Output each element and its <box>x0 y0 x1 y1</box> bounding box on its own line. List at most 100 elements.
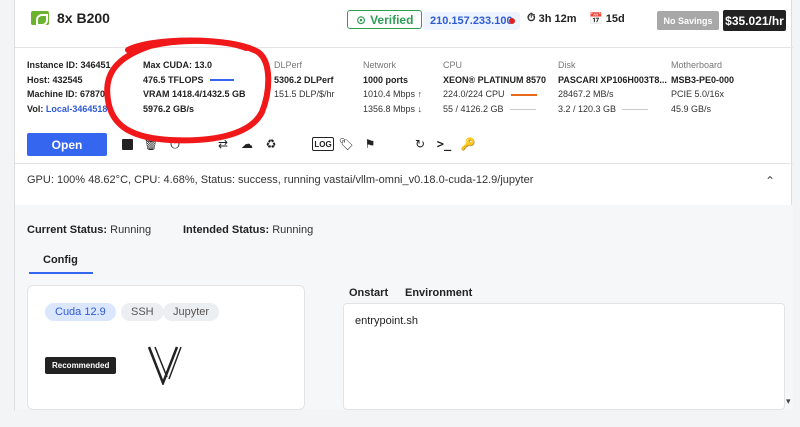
tab-onstart[interactable]: Onstart <box>349 287 388 299</box>
duration: ⏱ 3h 12m <box>527 12 577 25</box>
verified-badge: ⊙ Verified <box>347 10 423 29</box>
remaining-days: 📅 15d <box>589 12 625 26</box>
scroll-down-icon[interactable]: ▾ <box>786 396 791 407</box>
recycle-icon: ♻ <box>265 137 277 151</box>
motherboard-column: Motherboard MSB3-PE0-000 PCIE 5.0/16x 45… <box>671 58 734 116</box>
upload-speed: 1010.4 Mbps ↑ <box>363 89 423 99</box>
network-ports: 1000 ports <box>363 74 409 85</box>
current-status-label: Current Status: <box>27 224 108 236</box>
gpu-name-text: 8x B200 <box>57 10 110 26</box>
vram: VRAM 1418.4/1432.5 GB <box>143 89 246 99</box>
transfer-button[interactable]: ⇄ <box>214 134 232 154</box>
intended-status: Intended Status: Running <box>183 224 313 236</box>
cpu-count: 224.0/224 CPU <box>443 89 505 99</box>
trash-icon: 🗑 <box>143 137 159 151</box>
log-button[interactable]: LOG <box>312 137 334 151</box>
key-icon: 🔑 <box>460 137 476 151</box>
stopwatch-icon: ⏱ <box>527 12 536 24</box>
calendar-icon: 📅 <box>589 13 603 25</box>
dlperf-title: DLPerf <box>274 60 303 70</box>
recycle-button[interactable]: ♻ <box>262 134 280 154</box>
stop-button[interactable] <box>118 134 136 154</box>
status-dot-icon <box>509 18 515 24</box>
recommended-badge: Recommended <box>45 357 117 374</box>
network-column: Network 1000 ports 1010.4 Mbps ↑ 1356.8 … <box>363 58 422 116</box>
mem-bandwidth: 5976.2 GB/s <box>143 103 195 114</box>
cloud-icon: ☁ <box>241 137 253 151</box>
disk-title: Disk <box>558 60 576 70</box>
current-status-value: Running <box>110 224 152 236</box>
pcie-info: PCIE 5.0/16x <box>671 89 725 99</box>
intended-status-value: Running <box>272 224 314 236</box>
onstart-script: entrypoint.sh <box>355 315 418 327</box>
savings-badge[interactable]: No Savings <box>657 11 719 30</box>
tflops-bar <box>209 79 234 82</box>
vllm-logo-icon <box>147 346 182 385</box>
cpu-model: XEON® PLATINUM 8570 <box>443 74 546 85</box>
instance-info-column: Instance ID: 346451 Host: 432545 Machine… <box>27 58 112 116</box>
dlperf-column: DLPerf 5306.2 DLPerf 151.5 DLP/$/hr <box>274 58 335 102</box>
duration-text: 3h 12m <box>538 12 577 25</box>
disk-column: Disk PASCARI XP106H003T8... 28467.2 MB/s… <box>558 58 667 116</box>
chip-ssh: SSH <box>121 303 164 321</box>
chip-jupyter: Jupyter <box>163 303 220 321</box>
label-button[interactable]: 🏷 <box>337 134 355 154</box>
check-circle-icon: ⊙ <box>356 12 367 27</box>
flag-icon: ⚑ <box>364 137 376 151</box>
ram: 55 / 4126.2 GB <box>443 103 504 114</box>
actions-divider <box>15 163 793 164</box>
cuda-column: Max CUDA: 13.0 476.5 TFLOPS VRAM 1418.4/… <box>143 58 246 116</box>
delete-button[interactable]: 🗑 <box>142 134 160 154</box>
disk-model: PASCARI XP106H003T8... <box>558 74 667 85</box>
ssh-key-button[interactable]: ↻ <box>411 134 429 154</box>
stop-icon <box>121 138 133 150</box>
vol-label: Vol: <box>27 103 46 114</box>
days-text: 15d <box>605 12 625 25</box>
network-title: Network <box>363 60 397 70</box>
ip-address[interactable]: 210.157.233.100 <box>423 12 520 30</box>
intended-status-label: Intended Status: <box>183 224 270 236</box>
cpu-column: CPU XEON® PLATINUM 8570 224.0/224 CPU 55… <box>443 58 546 116</box>
gpu-status-line: GPU: 100% 48.62°C, CPU: 4.68%, Status: s… <box>27 174 534 186</box>
disk-speed: 28467.2 MB/s <box>558 89 614 99</box>
vol-link[interactable]: Local-34645184 <box>46 104 113 114</box>
tab-config[interactable]: Config <box>43 254 78 266</box>
download-speed: 1356.8 Mbps ↓ <box>363 103 423 114</box>
max-cuda: Max CUDA: 13.0 <box>143 60 213 70</box>
pcie-bandwidth: 45.9 GB/s <box>671 103 712 114</box>
chip-cuda: Cuda 12.9 <box>45 303 116 321</box>
report-button[interactable]: ⚑ <box>361 134 379 154</box>
tab-config-underline <box>29 272 93 274</box>
machine-id: Machine ID: 67870 <box>27 89 106 99</box>
key-refresh-icon: ↻ <box>414 137 426 151</box>
current-status: Current Status: Running <box>27 224 151 236</box>
cpu-title: CPU <box>443 60 463 70</box>
open-button[interactable]: Open <box>27 133 107 156</box>
key-button[interactable]: 🔑 <box>459 134 477 154</box>
header-divider <box>15 47 793 48</box>
tflops: 476.5 TFLOPS <box>143 74 204 85</box>
cpu-bar <box>510 93 537 96</box>
tab-environment[interactable]: Environment <box>405 287 472 299</box>
cloud-sync-button[interactable]: ☁ <box>238 134 256 154</box>
transfer-icon: ⇄ <box>217 137 229 151</box>
motherboard-model: MSB3-PE0-000 <box>671 74 735 85</box>
price-badge: $35.021/hr <box>723 10 786 31</box>
terminal-icon: >_ <box>436 137 452 151</box>
verified-label: Verified <box>370 12 414 27</box>
dlperf-per-dollar: 151.5 DLP/$/hr <box>274 89 335 99</box>
host-id: Host: 432545 <box>27 74 83 85</box>
collapse-chevron-icon[interactable]: ⌃ <box>765 174 775 188</box>
nvidia-logo-icon <box>31 11 49 26</box>
disk-bar <box>622 108 649 110</box>
terminal-button[interactable]: >_ <box>435 134 453 154</box>
instance-id: Instance ID: 346451 <box>27 60 111 70</box>
instance-card: 8x B200 ⊙ Verified 210.157.233.100 ⏱ 3h … <box>14 0 793 410</box>
schedule-button[interactable]: ⏻ <box>166 134 184 154</box>
clock-icon: ⏻ <box>170 136 180 151</box>
disk-usage: 3.2 / 120.3 GB <box>558 103 617 114</box>
gpu-title: 8x B200 <box>31 10 110 26</box>
dlperf-value: 5306.2 DLPerf <box>274 74 334 85</box>
motherboard-title: Motherboard <box>671 60 723 70</box>
ram-bar <box>509 108 536 110</box>
